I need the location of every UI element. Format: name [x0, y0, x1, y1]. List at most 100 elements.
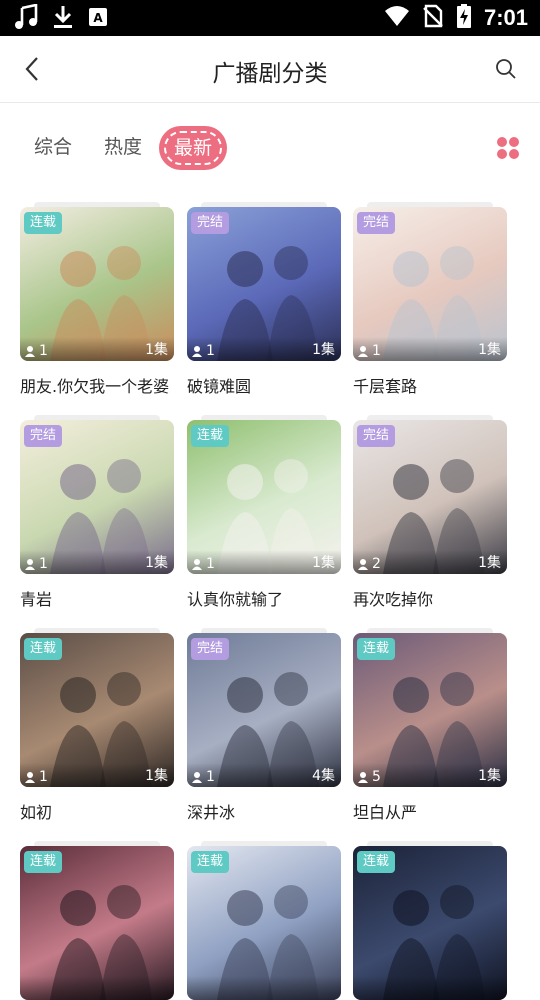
- episode-count: 1集: [478, 342, 501, 358]
- cover-image[interactable]: 连载 1 1集: [20, 633, 174, 787]
- battery-charging-icon: [456, 3, 472, 33]
- page-title: 广播剧分类: [212, 61, 328, 87]
- drama-card[interactable]: 完结 1 4集深井冰: [187, 628, 341, 823]
- drama-title[interactable]: 青岩: [20, 586, 174, 610]
- episode-count: 1集: [312, 555, 335, 571]
- drama-card[interactable]: 连载 5 1集坦白从严: [353, 628, 507, 823]
- svg-text:A: A: [93, 11, 103, 25]
- play-count-value: 2: [372, 556, 381, 572]
- cover-gradient: [353, 976, 507, 1000]
- listeners-icon: [25, 559, 35, 570]
- sort-tabs: 综合 热度 最新: [0, 102, 540, 192]
- play-count: 1: [24, 343, 48, 359]
- drama-card[interactable]: 连载 1 1集朋友.你欠我一个老婆: [20, 202, 174, 397]
- input-method-icon: A: [88, 6, 108, 32]
- cover-image[interactable]: 完结 1 1集: [187, 207, 341, 361]
- cover-image[interactable]: 连载: [187, 846, 341, 1000]
- play-count-value: 1: [206, 769, 215, 785]
- play-count: 1: [24, 556, 48, 572]
- cover-image[interactable]: 连载 1 1集: [20, 207, 174, 361]
- drama-title[interactable]: 破镜难圆: [187, 373, 341, 397]
- tab-latest[interactable]: 最新: [161, 128, 225, 168]
- episode-count: 1集: [478, 555, 501, 571]
- listeners-icon: [358, 346, 368, 357]
- play-count-value: 1: [39, 769, 48, 785]
- play-count: 1: [191, 343, 215, 359]
- status-badge: 连载: [191, 851, 230, 873]
- drama-title[interactable]: 再次吃掉你: [353, 586, 507, 610]
- search-icon[interactable]: [494, 57, 518, 81]
- episode-count: 1集: [145, 768, 168, 784]
- drama-title[interactable]: 如初: [20, 799, 174, 823]
- cover-image[interactable]: 连载: [20, 846, 174, 1000]
- cover-image[interactable]: 连载 1 1集: [187, 420, 341, 574]
- status-badge: 完结: [191, 638, 230, 660]
- listeners-icon: [25, 346, 35, 357]
- drama-title[interactable]: 认真你就输了: [187, 586, 341, 610]
- episode-count: 1集: [145, 555, 168, 571]
- drama-card[interactable]: 完结 2 1集再次吃掉你: [353, 415, 507, 610]
- music-note-icon: [14, 3, 38, 34]
- cover-image[interactable]: 完结 1 4集: [187, 633, 341, 787]
- episode-count: 1集: [145, 342, 168, 358]
- status-badge: 连载: [357, 851, 396, 873]
- play-count-value: 1: [39, 343, 48, 359]
- drama-card[interactable]: 连载: [353, 841, 507, 1000]
- listeners-icon: [25, 772, 35, 783]
- drama-title[interactable]: 坦白从严: [353, 799, 507, 823]
- listeners-icon: [192, 559, 202, 570]
- play-count: 1: [191, 769, 215, 785]
- wifi-icon: [384, 5, 410, 31]
- drama-title[interactable]: 千层套路: [353, 373, 507, 397]
- status-badge: 完结: [24, 425, 63, 447]
- cover-image[interactable]: 连载: [353, 846, 507, 1000]
- drama-card[interactable]: 连载: [187, 841, 341, 1000]
- download-icon: [52, 4, 74, 34]
- episode-count: 1集: [312, 342, 335, 358]
- play-count-value: 5: [372, 769, 381, 785]
- cover-image[interactable]: 完结 1 1集: [20, 420, 174, 574]
- top-app-bar: 广播剧分类: [0, 36, 540, 103]
- tab-popularity[interactable]: 热度: [104, 132, 142, 159]
- listeners-icon: [192, 346, 202, 357]
- play-count: 1: [24, 769, 48, 785]
- episode-count: 4集: [312, 768, 335, 784]
- listeners-icon: [358, 559, 368, 570]
- status-bar: A 7:01: [0, 0, 540, 36]
- drama-card[interactable]: 连载: [20, 841, 174, 1000]
- status-badge: 完结: [357, 212, 396, 234]
- cover-image[interactable]: 完结 1 1集: [353, 207, 507, 361]
- status-badge: 完结: [191, 212, 230, 234]
- episode-count: 1集: [478, 768, 501, 784]
- status-badge: 连载: [24, 212, 63, 234]
- drama-title[interactable]: 朋友.你欠我一个老婆: [20, 373, 174, 397]
- no-sim-icon: [422, 4, 444, 32]
- play-count-value: 1: [39, 556, 48, 572]
- drama-card[interactable]: 完结 1 1集青岩: [20, 415, 174, 610]
- play-count: 2: [357, 556, 381, 572]
- play-count-value: 1: [372, 343, 381, 359]
- status-badge: 完结: [357, 425, 396, 447]
- category-grid-icon[interactable]: [496, 136, 520, 160]
- cover-gradient: [187, 976, 341, 1000]
- clock: 7:01: [483, 5, 528, 30]
- cover-image[interactable]: 连载 5 1集: [353, 633, 507, 787]
- play-count-value: 1: [206, 556, 215, 572]
- cover-image[interactable]: 完结 2 1集: [353, 420, 507, 574]
- status-badge: 连载: [191, 425, 230, 447]
- drama-card[interactable]: 完结 1 1集破镜难圆: [187, 202, 341, 397]
- listeners-icon: [358, 772, 368, 783]
- drama-title[interactable]: 深井冰: [187, 799, 341, 823]
- drama-card[interactable]: 连载 1 1集认真你就输了: [187, 415, 341, 610]
- status-badge: 连载: [24, 638, 63, 660]
- status-badge: 连载: [357, 638, 396, 660]
- drama-card[interactable]: 完结 1 1集千层套路: [353, 202, 507, 397]
- play-count: 5: [357, 769, 381, 785]
- tab-comprehensive[interactable]: 综合: [34, 132, 72, 159]
- play-count-value: 1: [206, 343, 215, 359]
- listeners-icon: [192, 772, 202, 783]
- status-badge: 连载: [24, 851, 63, 873]
- play-count: 1: [357, 343, 381, 359]
- cover-gradient: [20, 976, 174, 1000]
- drama-card[interactable]: 连载 1 1集如初: [20, 628, 174, 823]
